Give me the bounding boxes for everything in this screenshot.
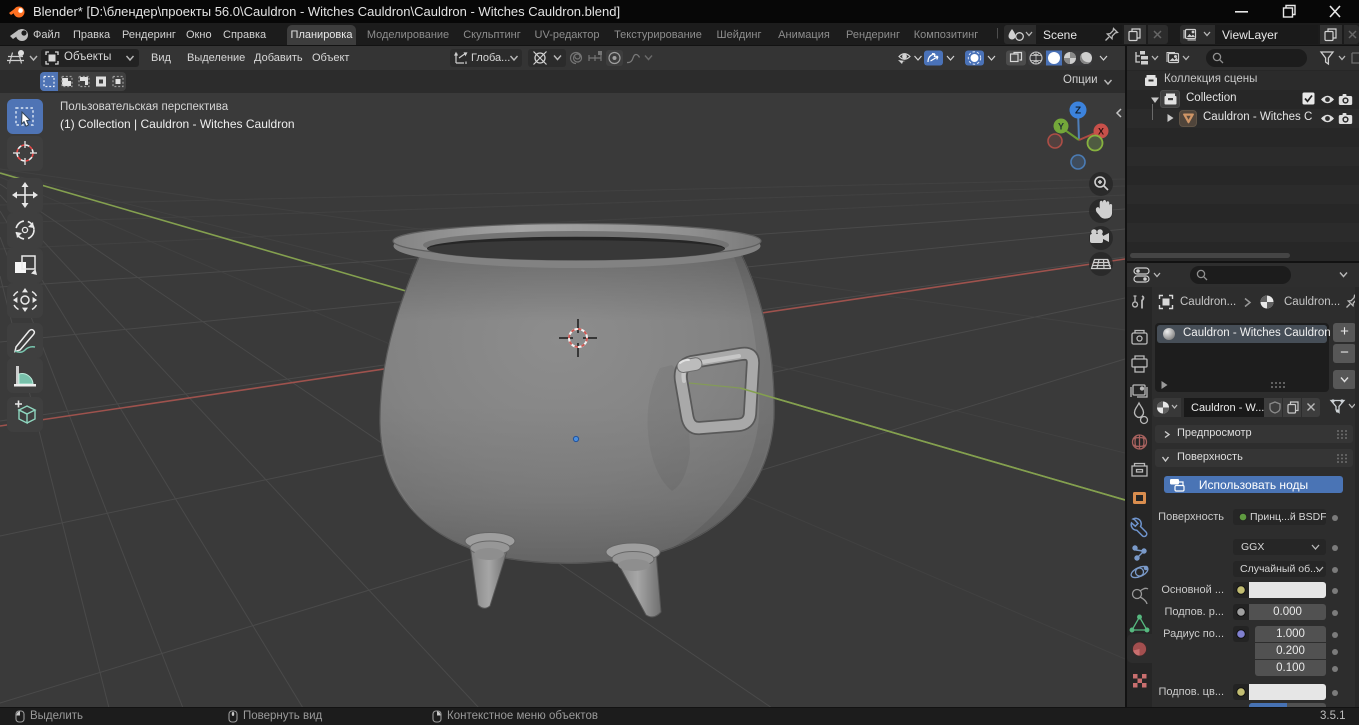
svg-text:Z: Z <box>1075 106 1081 117</box>
svg-text:Y: Y <box>1058 122 1064 132</box>
svg-text:X: X <box>1098 127 1104 137</box>
